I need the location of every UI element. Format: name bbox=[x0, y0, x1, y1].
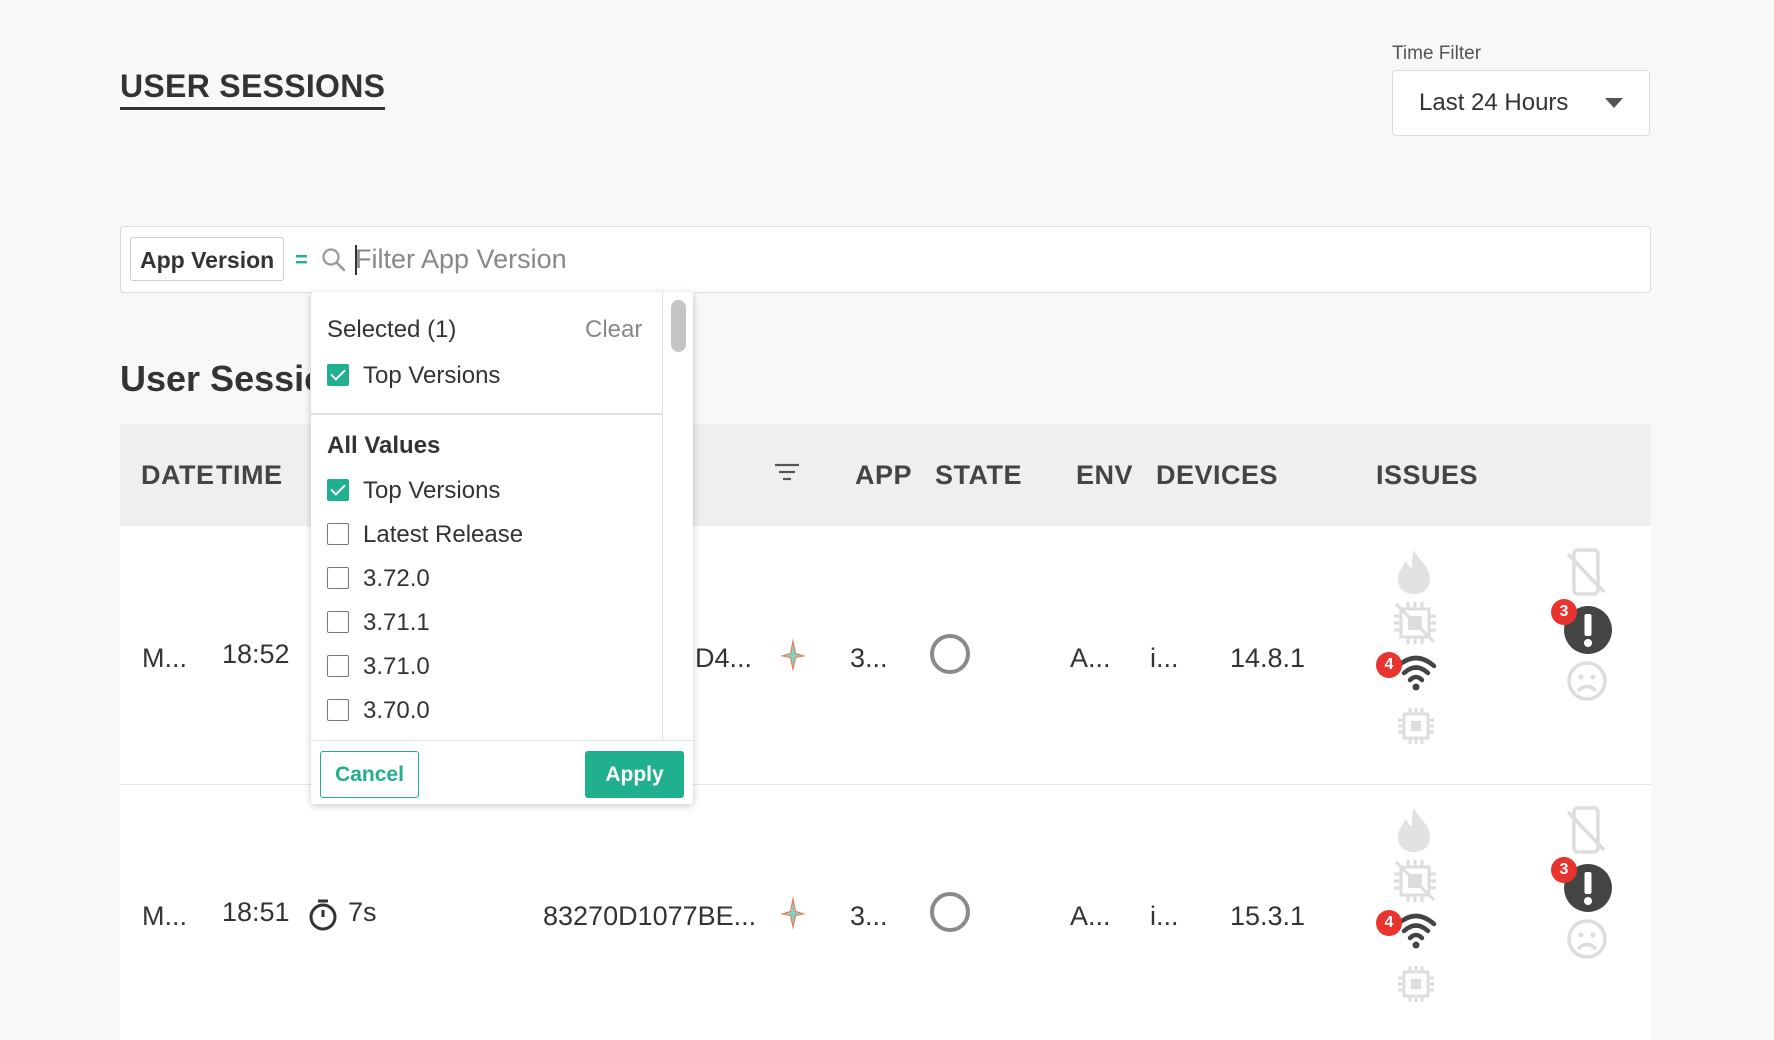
cancel-button[interactable]: Cancel bbox=[320, 751, 419, 798]
row-time: 18:51 bbox=[222, 897, 290, 927]
fire-icon[interactable] bbox=[1392, 548, 1436, 601]
cpu-crossed-icon[interactable] bbox=[1392, 600, 1438, 651]
option-label: 3.72.0 bbox=[363, 565, 430, 592]
checkbox[interactable] bbox=[327, 655, 349, 677]
state-ring-icon bbox=[930, 634, 970, 674]
option-label: Latest Release bbox=[363, 521, 524, 548]
filter-bar: App Version = bbox=[120, 226, 1651, 293]
option-label: 3.71.0 bbox=[363, 653, 430, 680]
error-issue-badge: 3 bbox=[1551, 857, 1577, 883]
sad-face-icon[interactable] bbox=[1566, 660, 1608, 707]
filter-lines-icon[interactable] bbox=[774, 462, 800, 487]
option-label: 3.70.0 bbox=[363, 697, 430, 724]
filter-search-input[interactable] bbox=[355, 237, 1605, 281]
network-issue-badge: 4 bbox=[1376, 910, 1402, 936]
row-duration: 7s bbox=[348, 897, 377, 927]
option-label: Top Versions bbox=[363, 477, 501, 504]
row-time: 18:52 bbox=[222, 639, 290, 669]
row-env: A... bbox=[1070, 643, 1111, 673]
stopwatch-icon bbox=[308, 898, 338, 937]
page-title: USER SESSIONS bbox=[120, 68, 386, 110]
time-filter-value: Last 24 Hours bbox=[1419, 89, 1569, 116]
dropdown-scrollbar[interactable] bbox=[662, 292, 693, 740]
all-values-heading: All Values bbox=[327, 432, 441, 459]
selected-heading: Selected (1) bbox=[327, 316, 457, 343]
row-date: M... bbox=[142, 643, 187, 673]
state-ring-icon bbox=[930, 892, 970, 932]
app-version-dropdown: Selected (1) Clear Top Versions All Valu… bbox=[311, 292, 693, 804]
row-session-id[interactable]: D4... bbox=[695, 643, 752, 674]
time-filter-select[interactable]: Last 24 Hours bbox=[1392, 70, 1650, 136]
phone-crossed-icon[interactable] bbox=[1566, 806, 1606, 859]
cpu-crossed-icon[interactable] bbox=[1392, 858, 1438, 909]
checkbox[interactable] bbox=[327, 611, 349, 633]
time-filter-label: Time Filter bbox=[1392, 43, 1482, 64]
row-app-version: 3... bbox=[850, 643, 888, 673]
column-header-issues[interactable]: ISSUES bbox=[1376, 460, 1478, 491]
chip-icon[interactable] bbox=[1396, 964, 1436, 1009]
clear-button[interactable]: Clear bbox=[585, 316, 642, 344]
row-date: M... bbox=[142, 901, 187, 931]
checkbox-checked[interactable] bbox=[327, 364, 349, 386]
phone-crossed-icon[interactable] bbox=[1566, 548, 1606, 601]
table-row[interactable]: M... 18:51 7s 83270D1077BE... 3... A... … bbox=[120, 784, 1651, 1040]
checkbox[interactable] bbox=[327, 567, 349, 589]
section-title: User Sessions bbox=[120, 358, 310, 399]
column-header-time[interactable]: TIME bbox=[216, 460, 283, 491]
row-env: A... bbox=[1070, 901, 1111, 931]
row-os-version: 15.3.1 bbox=[1230, 901, 1306, 931]
column-header-state[interactable]: STATE bbox=[935, 460, 1022, 491]
filter-field-chip[interactable]: App Version bbox=[130, 237, 285, 281]
checkbox-checked[interactable] bbox=[327, 479, 349, 501]
row-device: i... bbox=[1150, 901, 1179, 931]
column-header-devices[interactable]: DEVICES bbox=[1156, 460, 1278, 491]
dropdown-footer: Cancel Apply bbox=[311, 740, 693, 805]
dropdown-scrollbar-thumb[interactable] bbox=[671, 300, 686, 352]
apply-button[interactable]: Apply bbox=[585, 751, 684, 798]
app-logo-icon bbox=[778, 636, 808, 679]
divider bbox=[311, 413, 663, 415]
search-icon bbox=[321, 247, 347, 278]
sad-face-icon[interactable] bbox=[1566, 918, 1608, 965]
column-header-date[interactable]: DATE bbox=[141, 460, 215, 491]
column-header-app[interactable]: APP bbox=[855, 460, 912, 491]
row-session-id[interactable]: 83270D1077BE... bbox=[543, 901, 756, 932]
chevron-down-icon bbox=[1605, 98, 1623, 108]
fire-icon[interactable] bbox=[1392, 806, 1436, 859]
error-issue-badge: 3 bbox=[1551, 599, 1577, 625]
option-label: 3.71.1 bbox=[363, 609, 430, 636]
checkbox[interactable] bbox=[327, 699, 349, 721]
row-app-version: 3... bbox=[850, 901, 888, 931]
filter-operator: = bbox=[295, 247, 308, 272]
row-os-version: 14.8.1 bbox=[1230, 643, 1306, 673]
chip-icon[interactable] bbox=[1396, 706, 1436, 751]
app-logo-icon bbox=[778, 894, 808, 937]
row-device: i... bbox=[1150, 643, 1179, 673]
option-label: Top Versions bbox=[363, 362, 501, 389]
checkbox[interactable] bbox=[327, 523, 349, 545]
network-issue-badge: 4 bbox=[1376, 652, 1402, 678]
column-header-env[interactable]: ENV bbox=[1076, 460, 1133, 491]
